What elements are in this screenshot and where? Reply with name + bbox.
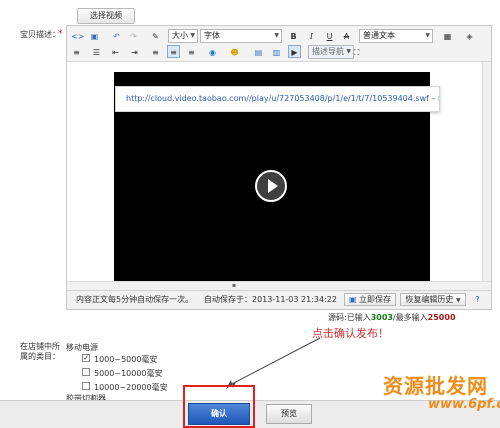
chevron-down-icon: ▼ [455,297,461,304]
watermark-logo: 资源批发网 [383,374,488,398]
checkbox-option-3[interactable] [82,382,90,390]
chevron-down-icon: ▼ [274,32,279,39]
paragraph-format-select[interactable]: 普通文本 ▼ [359,29,433,43]
format-painter-icon[interactable]: ✎ [149,29,162,42]
scroll-thumb-icon[interactable]: ▪ [232,283,238,289]
font-size-value: 大小 [172,31,188,40]
redo-icon[interactable]: ↷ [127,29,140,42]
option-1-label: 1000~5000毫安 [94,355,158,364]
outdent-icon[interactable]: ⇤ [109,45,122,58]
font-family-value: 字体 [204,31,220,40]
play-icon[interactable] [255,170,287,202]
description-label: 宝贝描述： [20,29,60,40]
description-nav-label: 描述导航 [312,47,344,56]
counter-prefix: 源码:已输入 [328,313,371,322]
align-right-icon[interactable]: ≡ [185,45,198,58]
char-counter: 源码:已输入3003/最多输入25000 [328,312,456,323]
emoticon-icon[interactable]: ☻ [228,45,241,58]
autosave-time: 自动保存于：2013-11-03 21:34:22 [204,295,337,304]
checkbox-option-1[interactable]: ✓ [82,354,90,362]
list-unordered-icon[interactable]: ☰ [90,45,103,58]
highlight-box [183,385,255,428]
save-now-label: 立即保存 [359,295,392,304]
preview-icon[interactable]: ▣ [88,29,101,42]
category-label: 在店铺中所 属的类目： [20,342,60,362]
popup-dash: – [428,94,439,103]
select-video-button[interactable]: 选择视频 [77,8,135,24]
video-url-popup: http://cloud.video.taobao.com//play/u/72… [115,86,440,112]
category-label-line1: 在店铺中所 [20,342,60,351]
editor-horizontal-scrollbar[interactable] [67,281,491,290]
align-left-icon[interactable]: ≡ [149,45,162,58]
list-ordered-icon[interactable]: ≡ [70,45,83,58]
font-size-select[interactable]: 大小 ▼ [168,29,198,43]
option-2-label: 5000~10000毫安 [94,369,163,378]
bold-button[interactable]: B [287,29,300,42]
restore-history-select[interactable]: 恢复编辑历史 ▼ [400,293,466,306]
italic-button[interactable]: I [305,29,318,42]
category-group: 移动电源 [66,343,98,352]
counter-count: 3003 [370,313,393,322]
color-picker-icon[interactable]: ◈ [463,29,476,42]
underline-button[interactable]: U [323,29,336,42]
autosave-note: 内容正文每5分钟自动保存一次。 [76,295,194,304]
paragraph-format-value: 普通文本 [363,31,395,40]
chevron-down-icon: ▼ [190,32,195,39]
description-label-text: 宝贝描述 [20,30,52,39]
save-now-button[interactable]: ▣ 立即保存 [344,293,396,306]
restore-history-label: 恢复编辑历史 [405,295,454,304]
source-code-icon[interactable]: <> [70,29,84,42]
help-icon[interactable]: ? [471,292,484,305]
indent-icon[interactable]: ⇥ [128,45,141,58]
undo-icon[interactable]: ↶ [110,29,123,42]
required-marker: * [58,29,63,39]
video-url: http://cloud.video.taobao.com//play/u/72… [126,94,429,103]
align-center-icon[interactable]: ≡ [167,45,180,58]
link-icon[interactable]: ◉ [206,45,219,58]
edit-video-link[interactable]: 编辑 [438,94,439,103]
font-family-select[interactable]: 字体 ▼ [200,29,282,43]
table-icon[interactable]: ▦ [441,29,454,42]
strikethrough-button[interactable]: A [340,29,353,42]
save-icon: ▣ [348,295,357,304]
category-label-line2: 属的类目： [20,352,60,361]
image-icon[interactable]: ▤ [252,45,265,58]
counter-middle: /最多输入 [392,313,428,322]
option-3-label: 10000~20000毫安 [94,383,168,392]
preview-button[interactable]: 预览 [266,404,312,424]
chevron-down-icon: ▼ [425,32,430,39]
checkbox-option-2[interactable] [82,368,90,376]
counter-max: 25000 [427,313,456,322]
watermark-url: www.6pf.cn [428,397,500,412]
description-nav-select[interactable]: 描述导航 ▼ [308,45,354,59]
fullscreen-icon[interactable]: ⛶ [350,45,363,58]
video-icon[interactable]: ▶ [288,45,301,58]
editor-vertical-scrollbar[interactable] [482,62,491,281]
insert-icon[interactable]: ▥ [270,45,283,58]
